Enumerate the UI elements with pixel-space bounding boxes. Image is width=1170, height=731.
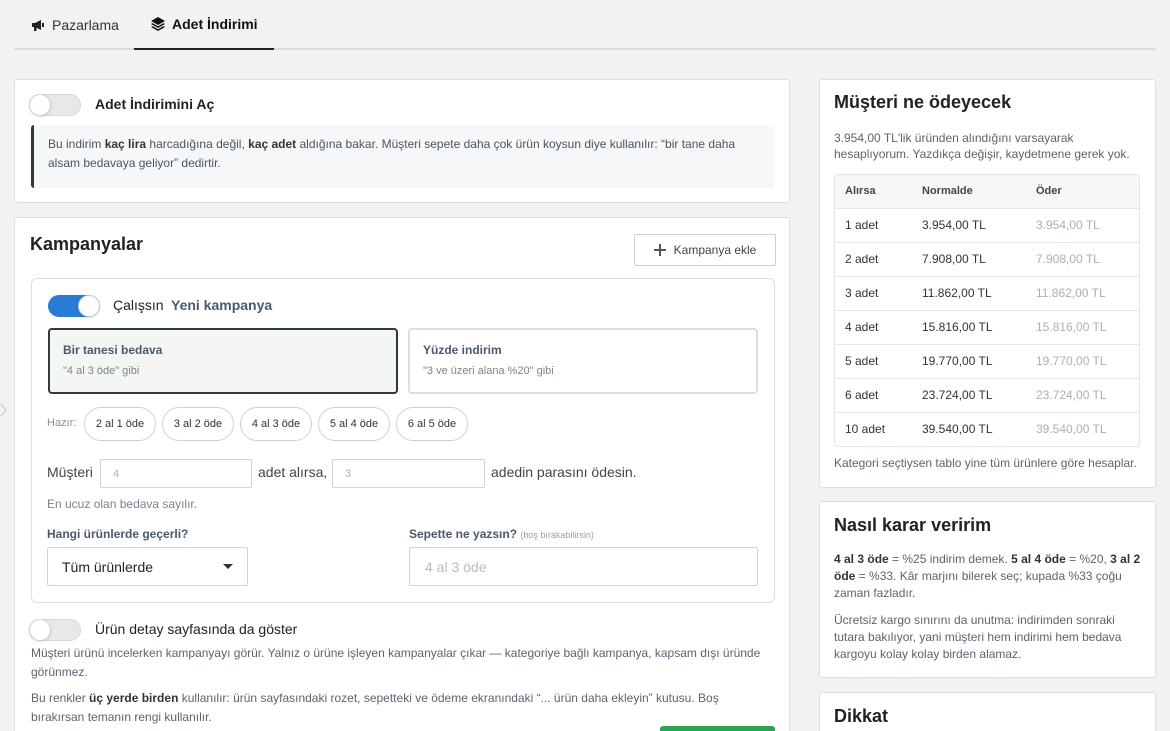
- price-table: Alırsa Normalde Öder 1 adet 3.954,00 TL 3.…: [834, 174, 1140, 447]
- payment-intro: 3.954,00 TL'lik üründen alındığını varsa…: [834, 131, 1130, 161]
- campaign-status-label: Çalışsın: [113, 297, 164, 313]
- add-campaign-button[interactable]: Kampanya ekle: [634, 234, 776, 266]
- tab-adet-indirimi[interactable]: Adet İndirimi: [134, 0, 274, 50]
- campaign-name[interactable]: Yeni kampanya: [171, 297, 272, 313]
- payment-title: Müşteri ne ödeyecek: [834, 92, 1012, 112]
- cart-text-label: Sepette ne yazsın? (boş bırakabilirsin): [409, 527, 594, 541]
- caret-down-icon: [223, 564, 233, 569]
- table-row: 3 adet 11.862,00 TL 11.862,00 TL: [835, 276, 1139, 310]
- table-header: Alırsa Normalde Öder: [835, 175, 1139, 208]
- plus-icon: [653, 244, 666, 256]
- info-note: Bu indirim kaç lira harcadığına değil, k…: [31, 125, 775, 188]
- megaphone-icon: [32, 20, 44, 31]
- enable-card: Adet İndirimini Aç Bu indirim kaç lira h…: [14, 79, 790, 203]
- cheapest-note: En ucuz olan bedava sayılır.: [47, 497, 198, 511]
- enable-label: Adet İndirimini Aç: [95, 96, 215, 112]
- table-row: 1 adet 3.954,00 TL 3.954,00 TL: [835, 208, 1139, 242]
- tab-label: Adet İndirimi: [172, 16, 258, 32]
- type-percent[interactable]: Yüzde indirim "3 ve üzeri alana %20" gib…: [408, 328, 758, 394]
- warning-title: Dikkat: [834, 706, 889, 726]
- product-detail-description: Müşteri ürünü incelerken kampanyayı görü…: [31, 646, 761, 679]
- table-row: 5 adet 19.770,00 TL 19.770,00 TL: [835, 344, 1139, 378]
- scope-label: Hangi ürünlerde geçerli?: [47, 527, 189, 541]
- decision-title: Nasıl karar veririm: [834, 515, 992, 535]
- buy-quantity-input[interactable]: 4: [100, 459, 252, 488]
- presets-label: Hazır:: [47, 417, 77, 429]
- product-detail-label: Ürün detay sayfasında da göster: [95, 621, 298, 637]
- tab-label: Pazarlama: [52, 17, 119, 33]
- table-row: 2 adet 7.908,00 TL 7.908,00 TL: [835, 242, 1139, 276]
- type-free-one[interactable]: Bir tanesi bedava "4 al 3 öde" gibi: [48, 328, 398, 394]
- sentence-suffix: adedin parasını ödesin.: [491, 464, 637, 480]
- scope-select[interactable]: Tüm ürünlerde: [47, 547, 248, 586]
- table-row: 6 adet 23.724,00 TL 23.724,00 TL: [835, 378, 1139, 412]
- tab-bar: Pazarlama Adet İndirimi: [14, 0, 1156, 50]
- save-button[interactable]: [660, 726, 775, 731]
- colors-note: Bu renkler üç yerde birden kullanılır: ü…: [31, 691, 719, 724]
- sentence-middle: adet alırsa,: [258, 464, 328, 480]
- pay-quantity-input[interactable]: 3: [332, 459, 485, 488]
- cart-text-input[interactable]: 4 al 3 öde: [409, 547, 758, 586]
- preset-6al5[interactable]: 6 al 5 öde: [396, 407, 468, 441]
- decision-panel: Nasıl karar veririm 4 al 3 öde = %25 ind…: [819, 501, 1156, 678]
- decision-p1: 4 al 3 öde = %25 indirim demek. 5 al 4 ö…: [834, 552, 1141, 600]
- warning-panel: Dikkat: [819, 692, 1156, 731]
- enable-toggle[interactable]: [29, 94, 81, 116]
- decision-p2: Ücretsiz kargo sınırını da unutma: indir…: [834, 613, 1122, 661]
- sentence-prefix: Müşteri: [47, 464, 93, 480]
- preset-3al2[interactable]: 3 al 2 öde: [162, 407, 234, 441]
- layers-icon: [151, 17, 165, 31]
- product-detail-toggle[interactable]: [29, 619, 81, 641]
- payment-footnote: Kategori seçtiysen tablo yine tüm ürünle…: [834, 456, 1137, 470]
- table-row: 10 adet 39.540,00 TL 39.540,00 TL: [835, 412, 1139, 446]
- preset-5al4[interactable]: 5 al 4 öde: [318, 407, 390, 441]
- chevron-right-icon[interactable]: [0, 403, 7, 417]
- campaigns-title: Kampanyalar: [30, 234, 144, 254]
- preset-4al3[interactable]: 4 al 3 öde: [240, 407, 312, 441]
- tab-pazarlama[interactable]: Pazarlama: [30, 0, 119, 50]
- campaign-active-toggle[interactable]: [48, 295, 100, 317]
- preset-2al1[interactable]: 2 al 1 öde: [84, 407, 156, 441]
- table-row: 4 adet 15.816,00 TL 15.816,00 TL: [835, 310, 1139, 344]
